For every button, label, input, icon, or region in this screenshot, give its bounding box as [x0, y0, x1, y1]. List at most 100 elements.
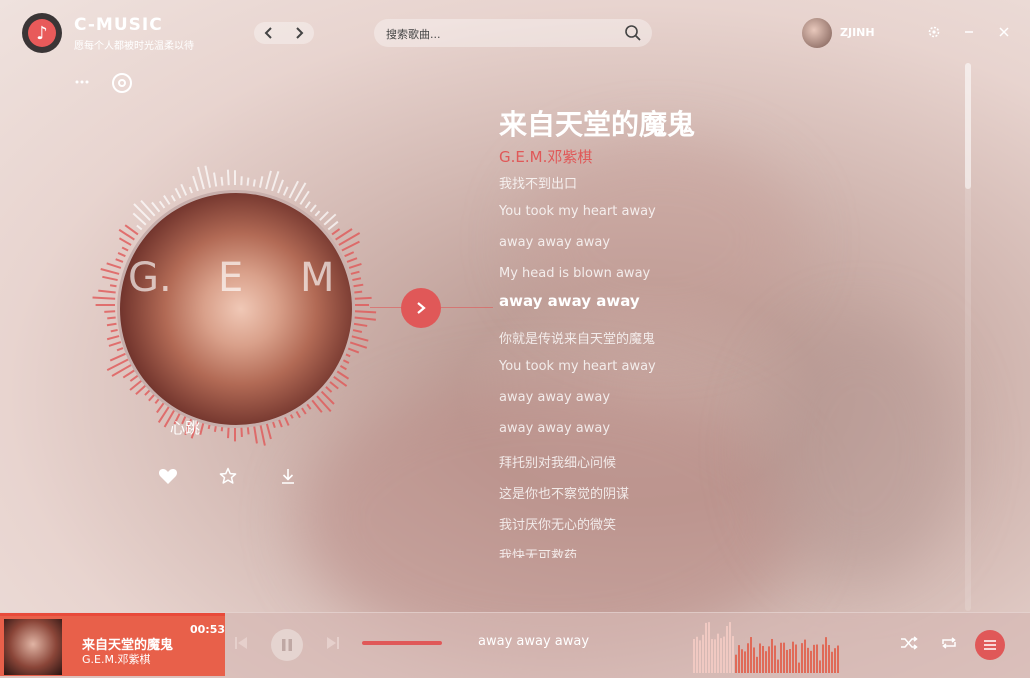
spectrum-bar [771, 638, 773, 673]
lyric-line[interactable]: You took my heart away [499, 359, 656, 374]
search-input[interactable] [384, 24, 608, 44]
spectrum-bar [825, 637, 827, 673]
lyric-line[interactable]: away away away [499, 390, 610, 405]
spectrum-bar [747, 643, 749, 673]
app-logo[interactable]: ♪ [22, 13, 62, 53]
album-cover-disc[interactable]: G. E M 心跳 [117, 190, 355, 437]
visualizer-bar [129, 379, 143, 391]
like-button[interactable] [158, 467, 178, 490]
visualizer-bar [136, 224, 143, 231]
next-button[interactable] [326, 635, 340, 655]
spectrum-bar [723, 636, 725, 673]
spectrum-bar [822, 644, 824, 673]
playlist-icon [984, 640, 996, 650]
spectrum-bar [696, 636, 698, 673]
spectrum-bar [801, 643, 803, 673]
visualizer-bar [352, 328, 363, 333]
previous-button[interactable] [234, 635, 248, 655]
disc-view-button[interactable] [111, 72, 133, 98]
spectrum-bar [786, 649, 788, 673]
repeat-icon [942, 637, 956, 649]
download-button[interactable] [280, 467, 296, 490]
disc-letter: E [218, 255, 244, 301]
lyric-line[interactable]: away away away [499, 421, 610, 436]
star-icon [219, 467, 237, 484]
previous-icon [235, 637, 247, 649]
lyric-line[interactable]: 我找不到出口 [499, 173, 577, 192]
minimize-button[interactable] [959, 22, 979, 42]
lyrics-scrollbar[interactable] [965, 63, 971, 611]
chevron-right-icon [417, 302, 426, 314]
current-lyric: away away away [478, 634, 590, 649]
visualizer-bar [108, 341, 122, 347]
visualizer-bar [335, 369, 350, 380]
spectrum-bar [732, 636, 734, 673]
visualizer-bar [346, 347, 360, 354]
song-artist[interactable]: G.E.M.邓紫棋 [499, 146, 592, 167]
visualizer-bar [135, 384, 147, 395]
visualizer-bar [352, 277, 362, 282]
visualizer-bar [104, 310, 116, 313]
lyric-line[interactable]: 这是你也不察觉的阴谋 [499, 483, 629, 502]
visualizer-bar [106, 262, 122, 269]
visualizer-bar [106, 335, 120, 341]
visualizer-bar [353, 322, 368, 327]
visualizer-bar [354, 290, 363, 294]
visualizer-bar [109, 352, 126, 362]
spectrum-bar [792, 641, 794, 673]
visualizer-bar [129, 374, 139, 382]
visualizer-bar [92, 296, 116, 300]
settings-button[interactable] [924, 22, 944, 42]
lyric-line[interactable]: My head is blown away [499, 266, 650, 281]
search-icon[interactable] [624, 24, 642, 42]
seek-bar[interactable] [362, 641, 442, 645]
back-button[interactable] [254, 22, 284, 44]
visualizer-bar [265, 170, 272, 190]
next-view-button[interactable] [401, 288, 441, 328]
lyric-line[interactable]: 我快无可救药 [499, 545, 577, 558]
visualizer-bar [346, 257, 358, 263]
app-slogan: 愿每个人都被时光温柔以待 [74, 41, 194, 52]
chevron-left-icon [264, 27, 272, 39]
username[interactable]: ZJINH [840, 26, 875, 39]
lyrics-panel[interactable]: 我找不到出口 You took my heart away away away aw… [499, 170, 949, 558]
lyric-line[interactable]: 拜托别对我细心问候 [499, 452, 616, 471]
avatar[interactable] [802, 18, 832, 48]
lyric-line-active[interactable]: away away away [499, 292, 640, 310]
visualizer-bar [288, 180, 299, 199]
visualizer-bar [151, 201, 161, 213]
spectrum-bar [705, 622, 707, 673]
album-thumbnail[interactable] [4, 619, 62, 675]
spectrum-bar [729, 622, 731, 673]
playlist-button[interactable] [975, 630, 1005, 660]
lyric-line[interactable]: away away away [499, 235, 610, 250]
visualizer-bar [106, 322, 117, 327]
visualizer-bar [220, 176, 224, 186]
more-button[interactable] [74, 74, 90, 94]
spectrum-bar [750, 637, 752, 673]
audio-spectrum [693, 622, 839, 673]
now-playing-panel[interactable]: 00:53 来自天堂的魔鬼 G.E.M.邓紫棋 [0, 616, 225, 676]
lyric-line[interactable]: You took my heart away [499, 204, 656, 219]
play-pause-button[interactable] [271, 629, 303, 661]
visualizer-bar [348, 262, 362, 269]
visualizer-bar [117, 252, 126, 258]
shuffle-button[interactable] [900, 635, 918, 655]
forward-button[interactable] [284, 22, 314, 44]
favorite-button[interactable] [219, 467, 237, 490]
lyric-line[interactable]: 我讨厌你无心的微笑 [499, 514, 616, 533]
scroll-thumb[interactable] [965, 63, 971, 189]
seek-bar-fill [362, 641, 442, 645]
lyric-line[interactable]: 你就是传说来自天堂的魔鬼 [499, 328, 655, 347]
repeat-button[interactable] [940, 635, 958, 655]
top-bar: ♪ C-MUSIC 愿每个人都被时光温柔以待 ZJINH [0, 0, 1030, 64]
visualizer-bar [102, 275, 118, 282]
spectrum-bar [828, 645, 830, 673]
spectrum-bar [720, 638, 722, 673]
app-title: C-MUSIC [74, 15, 163, 35]
visualizer-bar [226, 169, 230, 186]
shuffle-icon [901, 636, 918, 650]
disc-letter: G. [128, 255, 172, 301]
close-button[interactable] [994, 22, 1014, 42]
visualizer-bar [109, 284, 117, 288]
